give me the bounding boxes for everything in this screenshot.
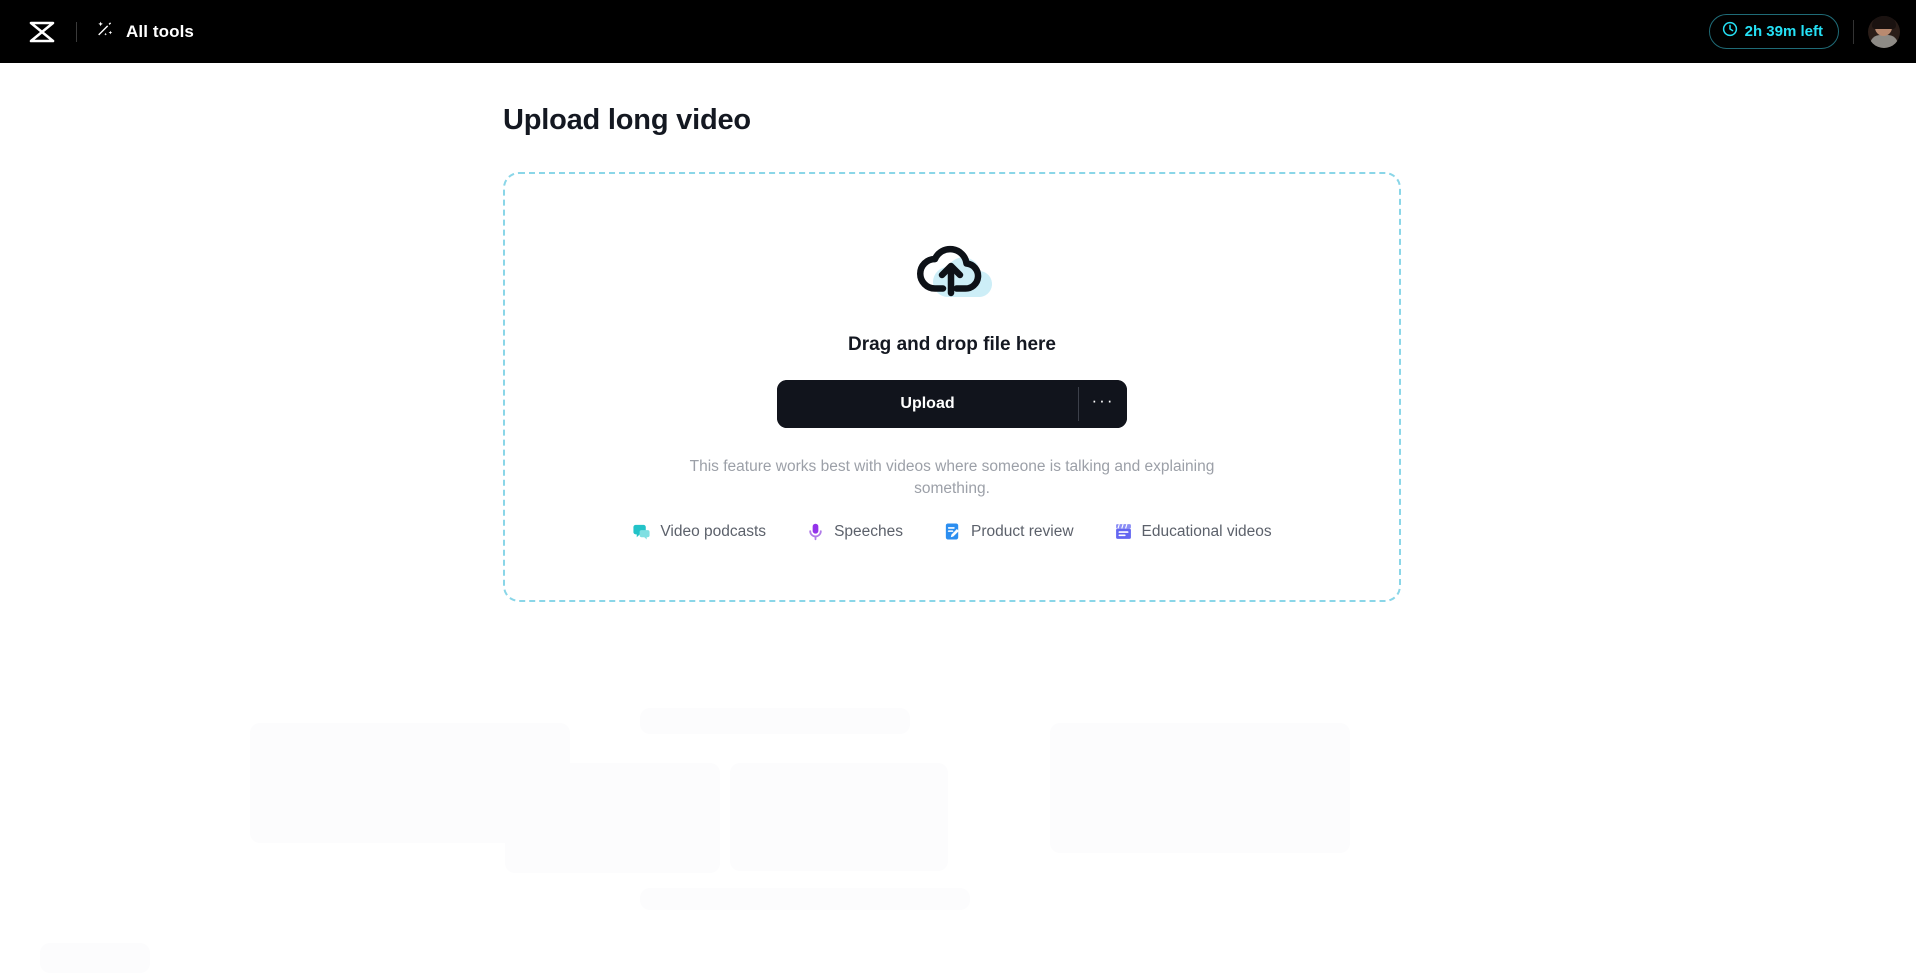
top-navigation-bar: All tools 2h 39m left — [0, 0, 1916, 63]
upload-button-group: Upload ··· — [777, 380, 1127, 428]
topbar-right-divider — [1853, 19, 1854, 44]
microphone-icon — [806, 522, 825, 541]
tag-label: Speeches — [834, 522, 904, 540]
dropzone-hint-text: This feature works best with videos wher… — [689, 458, 1215, 497]
tag-label: Educational videos — [1141, 522, 1272, 540]
upload-dropzone[interactable]: Drag and drop file here Upload ··· This … — [503, 172, 1401, 602]
avatar-body — [1870, 34, 1898, 48]
dropzone-heading: Drag and drop file here — [848, 334, 1056, 355]
tag-educational-videos[interactable]: Educational videos — [1114, 522, 1272, 541]
background-ghost-block — [40, 943, 150, 973]
topbar-divider — [76, 21, 77, 42]
background-ghost-block — [505, 763, 720, 873]
note-edit-icon — [943, 522, 962, 541]
avatar[interactable] — [1868, 15, 1900, 48]
capcut-logo-icon[interactable] — [22, 12, 62, 52]
magic-wand-icon — [95, 19, 115, 44]
background-ghost-block — [1050, 723, 1350, 853]
background-ghost-block — [640, 708, 910, 734]
tag-speeches[interactable]: Speeches — [806, 522, 903, 541]
time-left-label: 2h 39m left — [1744, 23, 1823, 40]
tag-product-review[interactable]: Product review — [943, 522, 1074, 541]
background-ghost-block — [640, 888, 970, 910]
page-content: Upload long video Drag and drop file her… — [0, 63, 1916, 973]
tag-video-podcasts[interactable]: Video podcasts — [632, 522, 766, 541]
avatar-hair — [1872, 15, 1896, 29]
clock-icon — [1722, 21, 1738, 42]
topbar-right-cluster: 2h 39m left — [1708, 14, 1900, 49]
background-ghost-block — [730, 763, 948, 871]
all-tools-button[interactable]: All tools — [95, 19, 194, 44]
page-title: Upload long video — [503, 104, 751, 136]
upload-more-options-button[interactable]: ··· — [1079, 380, 1127, 428]
clapperboard-icon — [1114, 522, 1133, 541]
dropzone-use-case-tags: Video podcasts Speeches Product review E… — [632, 522, 1272, 541]
tag-label: Product review — [971, 522, 1074, 540]
all-tools-label: All tools — [126, 21, 194, 41]
tag-label: Video podcasts — [660, 522, 767, 540]
upload-button[interactable]: Upload — [777, 380, 1078, 428]
time-left-badge[interactable]: 2h 39m left — [1708, 14, 1839, 49]
cloud-upload-icon — [909, 236, 995, 312]
speech-bubble-icon — [632, 522, 651, 541]
